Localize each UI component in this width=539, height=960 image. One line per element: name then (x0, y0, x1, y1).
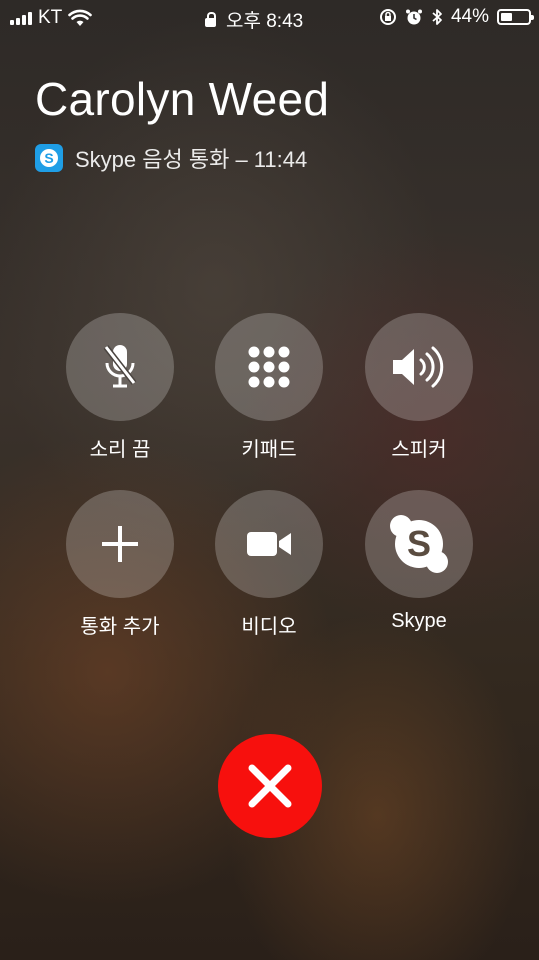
status-bar-center: 오후 8:43 (205, 6, 303, 33)
keypad-label: 키패드 (241, 439, 297, 461)
battery-fill (501, 13, 512, 21)
status-bar: KT 오후 8:43 44% (0, 0, 539, 36)
alarm-icon (405, 9, 422, 25)
mute-button[interactable]: 소리 끔 (66, 313, 174, 462)
speaker-icon (393, 346, 444, 388)
skype-icon: S (390, 515, 448, 573)
bluetooth-icon (432, 9, 442, 25)
wifi-icon (68, 9, 93, 26)
battery-icon (497, 9, 534, 25)
video-label: 비디오 (241, 616, 297, 638)
video-icon (247, 532, 291, 556)
add-call-button[interactable]: 통화 추가 (66, 490, 174, 639)
speaker-circle[interactable] (365, 313, 473, 421)
caller-name: Carolyn Weed (35, 73, 330, 125)
add-call-circle[interactable] (66, 490, 174, 598)
svg-text:S: S (44, 150, 53, 166)
mute-circle[interactable] (66, 313, 174, 421)
keypad-icon (248, 346, 290, 388)
battery-percent: 44% (450, 6, 489, 27)
skype-button[interactable]: S Skype (365, 490, 473, 633)
end-call-icon (248, 764, 292, 808)
lock-icon (205, 11, 216, 27)
speaker-label: 스피커 (391, 439, 447, 461)
video-button[interactable]: 비디오 (215, 490, 323, 639)
rotation-lock-icon (379, 9, 396, 25)
end-call-button[interactable] (218, 734, 322, 838)
add-call-icon (102, 526, 138, 562)
mute-label: 소리 끔 (89, 439, 151, 461)
status-bar-right: 44% (379, 6, 534, 28)
video-circle[interactable] (215, 490, 323, 598)
carrier-name: KT (38, 7, 63, 28)
skype-circle[interactable]: S (365, 490, 473, 598)
signal-strength-icon (10, 11, 32, 25)
call-info-text: Skype 음성 통화 – 11:44 (75, 147, 308, 172)
mute-icon (103, 345, 137, 388)
add-call-label: 통화 추가 (80, 616, 160, 638)
svg-text:S: S (407, 523, 431, 564)
skype-label: Skype (391, 610, 447, 632)
speaker-button[interactable]: 스피커 (365, 313, 473, 462)
keypad-circle[interactable] (215, 313, 323, 421)
status-time: 오후 8:43 (226, 11, 304, 32)
skype-app-icon: S (35, 144, 63, 172)
status-bar-left: KT (10, 7, 93, 29)
call-info-row: S Skype 음성 통화 – 11:44 (35, 142, 307, 174)
keypad-button[interactable]: 키패드 (215, 313, 323, 462)
